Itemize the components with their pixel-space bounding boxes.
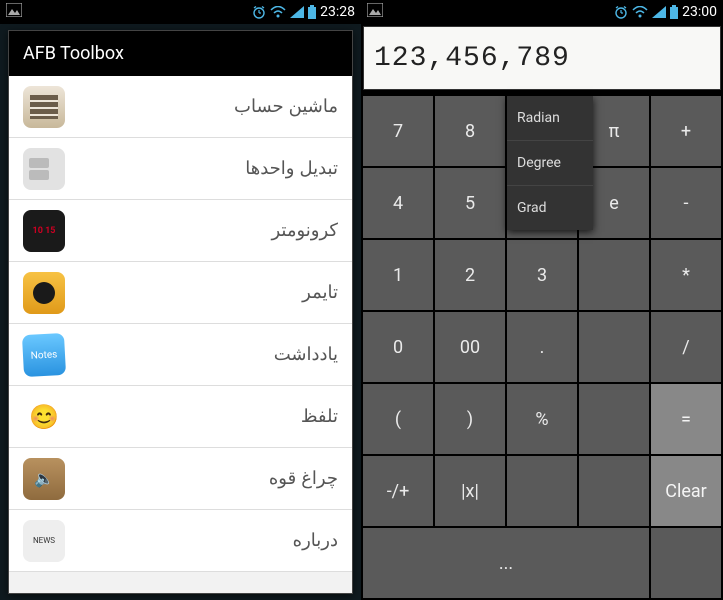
key-3[interactable]: 3 [507,240,577,310]
converter-icon [23,148,65,190]
key-1[interactable]: 1 [363,240,433,310]
notes-icon: Notes [22,332,66,376]
status-time: 23:28 [320,4,355,20]
list-item-label: چراغ قوه [269,468,338,489]
dropdown-item-radian[interactable]: Radian [507,96,593,141]
list-item-label: یادداشت [274,344,338,365]
angle-mode-dropdown: Radian Degree Grad [507,96,593,230]
key-2[interactable]: 2 [435,240,505,310]
key-decimal[interactable]: . [507,312,577,382]
list-item-stopwatch[interactable]: 10 15 کرونومتر [9,200,352,262]
calculator-display: 123,456,789 [363,26,721,90]
toolbox-list: ماشین حساب تبدیل واحدها 10 15 کرونومتر ت… [9,76,352,593]
list-item-notes[interactable]: Notes یادداشت [9,324,352,386]
wifi-icon [270,6,286,18]
dropdown-item-grad[interactable]: Grad [507,186,593,230]
status-time: 23:00 [682,4,717,20]
dialog-title: AFB Toolbox [9,31,352,76]
list-item-label: تبدیل واحدها [245,158,338,179]
list-item-timer[interactable]: تایمر [9,262,352,324]
signal-icon [652,6,666,18]
list-item-label: تایمر [302,282,338,303]
key-blank-6b[interactable] [579,456,649,526]
image-icon [6,3,22,21]
key-equals[interactable]: = [651,384,721,454]
stopwatch-icon: 10 15 [23,210,65,252]
about-icon: NEWS [23,520,65,562]
alarm-icon [252,5,266,19]
key-7[interactable]: 7 [363,96,433,166]
key-clear[interactable]: Clear [651,456,721,526]
toolbox-dialog: AFB Toolbox ماشین حساب تبدیل واحدها 10 1… [8,30,353,594]
key-8[interactable]: 8 [435,96,505,166]
key-blank-4[interactable] [579,312,649,382]
battery-icon [670,5,678,19]
key-blank-6a[interactable] [507,456,577,526]
list-item-label: تلفظ [301,406,338,427]
list-item-label: ماشین حساب [234,96,338,117]
status-bar: 23:28 [0,0,361,24]
status-bar: 23:00 [361,0,723,24]
key-minus[interactable]: - [651,168,721,238]
dropdown-item-degree[interactable]: Degree [507,141,593,186]
image-icon [367,3,383,21]
battery-icon [308,5,316,19]
list-item-pronunciation[interactable]: 😊 تلفظ [9,386,352,448]
list-item-calculator[interactable]: ماشین حساب [9,76,352,138]
key-00[interactable]: 00 [435,312,505,382]
pronunciation-icon: 😊 [23,396,65,438]
key-lparen[interactable]: ( [363,384,433,454]
key-4[interactable]: 4 [363,168,433,238]
key-5[interactable]: 5 [435,168,505,238]
alarm-icon [614,5,628,19]
key-percent[interactable]: % [507,384,577,454]
right-phone-screen: 23:00 123,456,789 7 8 9 π + 4 5 6 e - 1 … [361,0,723,600]
key-blank-3[interactable] [579,240,649,310]
calculator-icon [23,86,65,128]
list-item-converter[interactable]: تبدیل واحدها [9,138,352,200]
key-abs[interactable]: |x| [435,456,505,526]
list-item-flashlight[interactable]: 🔈 چراغ قوه [9,448,352,510]
list-item-label: درباره [293,530,338,551]
key-multiply[interactable]: * [651,240,721,310]
left-phone-screen: 23:28 AFB Toolbox ماشین حساب تبدیل واحده… [0,0,361,600]
key-blank-7[interactable] [651,528,721,598]
list-item-label: کرونومتر [271,220,338,241]
key-more[interactable]: ... [363,528,649,598]
key-0[interactable]: 0 [363,312,433,382]
calculator-body: 7 8 9 π + 4 5 6 e - 1 2 3 * 0 00 . / ( ) [361,90,723,600]
key-blank-5[interactable] [579,384,649,454]
key-sign[interactable]: -/+ [363,456,433,526]
key-divide[interactable]: / [651,312,721,382]
wifi-icon [632,6,648,18]
key-rparen[interactable]: ) [435,384,505,454]
signal-icon [290,6,304,18]
key-plus[interactable]: + [651,96,721,166]
flashlight-icon: 🔈 [23,458,65,500]
timer-icon [23,272,65,314]
list-item-about[interactable]: NEWS درباره [9,510,352,572]
